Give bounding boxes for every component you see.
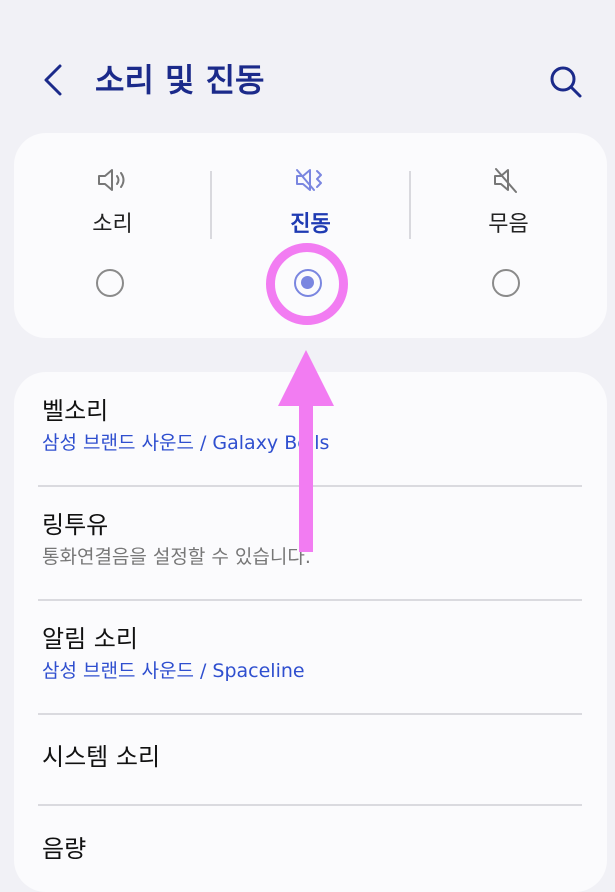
list-divider [38, 713, 582, 715]
setting-subtitle: 삼성 브랜드 사운드 / Spaceline [42, 660, 305, 682]
setting-title: 벨소리 [42, 397, 109, 425]
list-divider [38, 804, 582, 806]
mute-icon [494, 168, 517, 193]
mode-option-mute[interactable]: 무음 [410, 133, 607, 338]
mode-label-vibrate: 진동 [290, 212, 331, 237]
setting-volume[interactable]: 음량 [42, 834, 582, 864]
setting-title: 알림 소리 [42, 625, 138, 653]
mode-label-sound: 소리 [92, 212, 133, 237]
setting-notification-sound[interactable]: 알림 소리 삼성 브랜드 사운드 / Spaceline [42, 624, 582, 684]
back-button[interactable] [36, 58, 76, 102]
setting-ring-to-you[interactable]: 링투유 통화연결음을 설정할 수 있습니다. [42, 510, 582, 570]
setting-subtitle: 삼성 브랜드 사운드 / Galaxy Bells [42, 432, 330, 454]
search-icon [550, 66, 582, 98]
radio-sound[interactable] [96, 269, 124, 297]
mode-option-sound[interactable]: 소리 [14, 133, 211, 338]
speaker-icon [98, 169, 125, 191]
setting-title: 시스템 소리 [42, 743, 161, 771]
mode-label-mute: 무음 [488, 212, 529, 237]
setting-title: 음량 [42, 835, 87, 863]
page-title: 소리 및 진동 [95, 61, 265, 99]
setting-ringtone[interactable]: 벨소리 삼성 브랜드 사운드 / Galaxy Bells [42, 396, 582, 456]
chevron-left-icon [44, 64, 62, 96]
settings-list-card: 벨소리 삼성 브랜드 사운드 / Galaxy Bells 링투유 통화연결음을… [14, 372, 607, 892]
setting-system-sound[interactable]: 시스템 소리 [42, 742, 582, 772]
app-header: 소리 및 진동 [0, 0, 615, 130]
list-divider [38, 485, 582, 487]
annotation-highlight-circle [266, 243, 348, 325]
setting-subtitle: 통화연결음을 설정할 수 있습니다. [42, 546, 311, 568]
vibrate-icon [296, 169, 322, 191]
search-button[interactable] [546, 62, 586, 102]
list-divider [38, 599, 582, 601]
setting-title: 링투유 [42, 511, 109, 539]
radio-mute[interactable] [492, 269, 520, 297]
